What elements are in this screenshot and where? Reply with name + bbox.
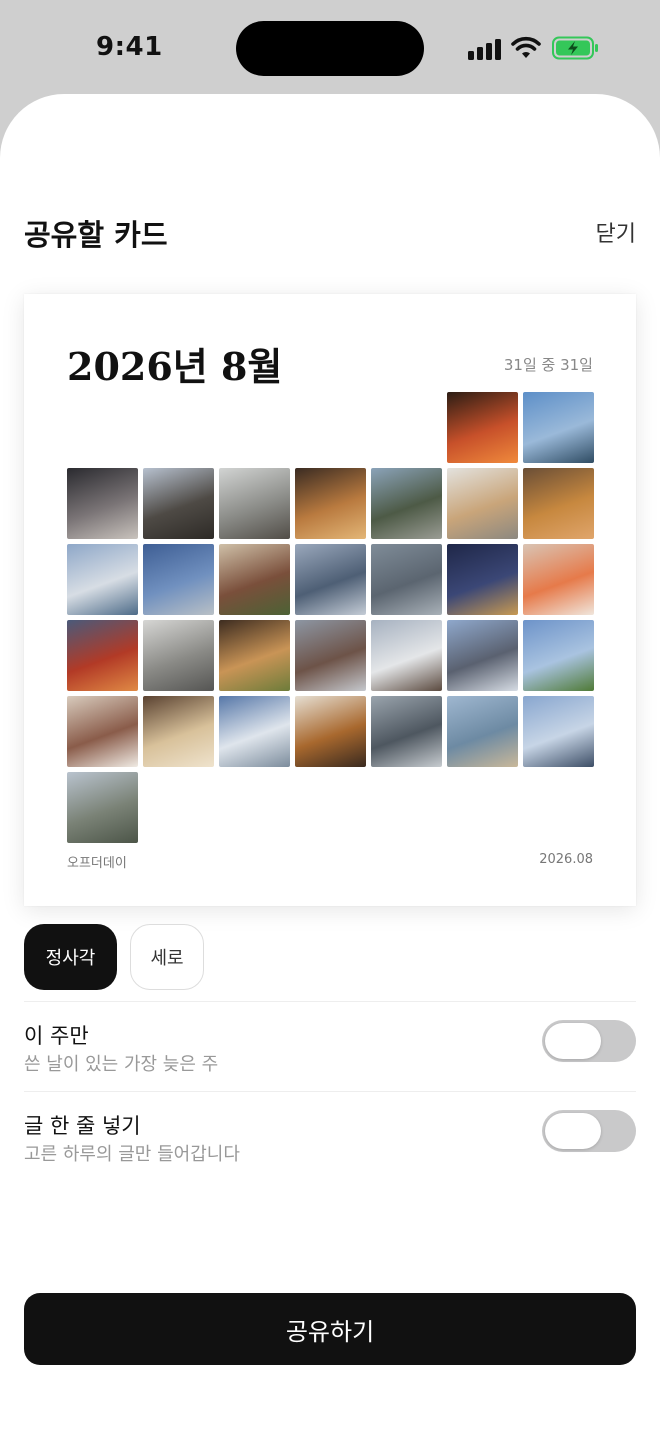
status-bar: 9:41 (0, 0, 660, 96)
share-card-preview: 2026년 8월 31일 중 31일 오프더데이 2026.08 (24, 294, 636, 906)
day-photo-18 (143, 620, 214, 691)
day-photo-17 (67, 620, 138, 691)
day-photo-22 (447, 620, 518, 691)
day-photo-1 (447, 392, 518, 463)
toggle-knob (545, 1113, 601, 1149)
divider (24, 1001, 636, 1002)
day-photo-6 (295, 468, 366, 539)
close-button[interactable]: 닫기 (596, 216, 636, 248)
share-sheet: 공유할 카드 닫기 2026년 8월 31일 중 31일 오프더데이 2026.… (0, 94, 660, 1434)
day-photo-7 (371, 468, 442, 539)
day-photo-28 (371, 696, 442, 767)
card-month-title: 2026년 8월 (67, 344, 283, 389)
day-photo-21 (371, 620, 442, 691)
day-photo-14 (371, 544, 442, 615)
option-this-week-subtitle: 쓴 날이 있는 가장 늦은 주 (24, 1054, 219, 1075)
wifi-icon (511, 36, 541, 58)
card-brand: 오프더데이 (67, 856, 127, 871)
option-add-text-subtitle: 고른 하루의 글만 들어갑니다 (24, 1144, 240, 1165)
dynamic-island (236, 21, 424, 76)
day-photo-25 (143, 696, 214, 767)
divider (24, 1091, 636, 1092)
empty-day-cell (143, 392, 214, 463)
day-photo-10 (67, 544, 138, 615)
add-text-toggle[interactable] (542, 1110, 636, 1152)
day-photo-20 (295, 620, 366, 691)
day-photo-30 (523, 696, 594, 767)
day-photo-8 (447, 468, 518, 539)
layout-square-button[interactable]: 정사각 (24, 924, 117, 990)
share-button[interactable]: 공유하기 (24, 1293, 636, 1365)
empty-day-cell (67, 392, 138, 463)
layout-portrait-button[interactable]: 세로 (130, 924, 204, 990)
day-photo-11 (143, 544, 214, 615)
day-photo-15 (447, 544, 518, 615)
day-photo-9 (523, 468, 594, 539)
toggle-knob (545, 1023, 601, 1059)
day-photo-23 (523, 620, 594, 691)
card-day-count: 31일 중 31일 (503, 356, 593, 374)
day-photo-4 (143, 468, 214, 539)
day-photo-31 (67, 772, 138, 843)
day-photo-3 (67, 468, 138, 539)
empty-day-cell (371, 392, 442, 463)
empty-day-cell (219, 392, 290, 463)
day-photo-16 (523, 544, 594, 615)
photo-calendar-grid (67, 392, 594, 843)
option-this-week-title: 이 주만 (24, 1024, 89, 1048)
empty-day-cell (295, 392, 366, 463)
day-photo-26 (219, 696, 290, 767)
day-photo-27 (295, 696, 366, 767)
day-photo-19 (219, 620, 290, 691)
sheet-title: 공유할 카드 (24, 218, 168, 252)
day-photo-12 (219, 544, 290, 615)
battery-charging-icon (552, 36, 598, 60)
day-photo-29 (447, 696, 518, 767)
option-add-text-title: 글 한 줄 넣기 (24, 1114, 141, 1138)
day-photo-13 (295, 544, 366, 615)
day-photo-5 (219, 468, 290, 539)
card-date: 2026.08 (539, 852, 593, 867)
day-photo-2 (523, 392, 594, 463)
cellular-signal-icon (468, 38, 502, 60)
this-week-toggle[interactable] (542, 1020, 636, 1062)
day-photo-24 (67, 696, 138, 767)
status-time: 9:41 (96, 32, 163, 62)
